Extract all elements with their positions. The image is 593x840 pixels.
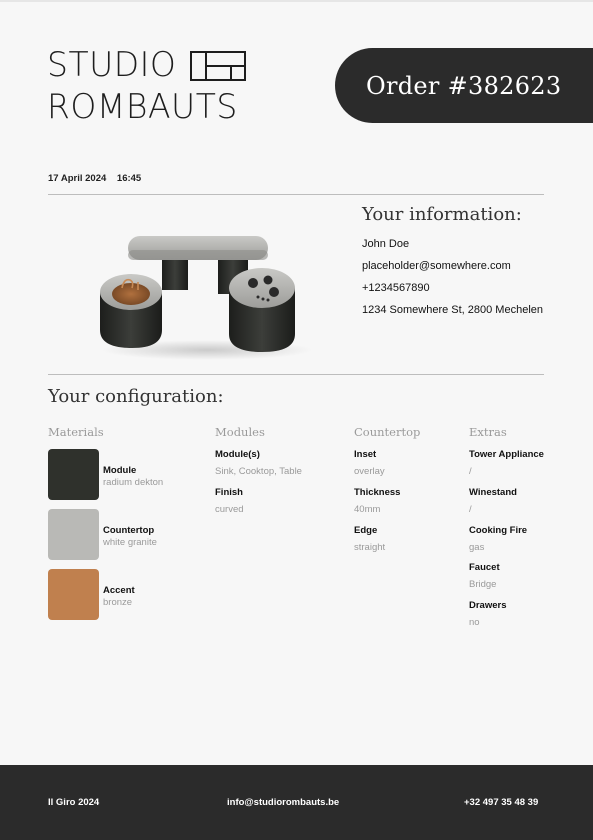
extras-column-header: Extras [469, 425, 507, 439]
order-number-banner: Order #382623 [335, 48, 593, 123]
field-value: straight [354, 542, 386, 553]
customer-info: Your information: John Doe placeholder@s… [362, 204, 543, 321]
section-divider [48, 374, 544, 375]
config-field: Module(s) Sink, Cooktop, Table [215, 449, 302, 478]
config-field: Cooking Fire gas [469, 525, 527, 554]
footer-email-link[interactable]: info@studiorombauts.be [227, 797, 339, 808]
field-label: Cooking Fire [469, 525, 528, 536]
material-label: Module [103, 464, 137, 476]
page-footer: Il Giro 2024 info@studiorombauts.be +32 … [0, 765, 593, 840]
brand-line-2: ROMBAUTS [47, 86, 238, 127]
product-render-image [100, 236, 312, 360]
field-value: curved [215, 504, 244, 515]
field-value: gas [469, 542, 485, 553]
material-value: white granite [103, 536, 157, 548]
field-value: 40mm [354, 504, 381, 515]
field-label: Faucet [469, 562, 500, 573]
brand-line-1: STUDIO [47, 44, 177, 85]
field-label: Finish [215, 487, 243, 498]
field-label: Thickness [354, 487, 401, 498]
config-field: Inset overlay [354, 449, 385, 478]
brand-mark-icon [190, 51, 247, 81]
modules-column-header: Modules [215, 425, 265, 439]
customer-name: John Doe [362, 238, 410, 250]
config-field: Faucet Bridge [469, 562, 500, 591]
top-divider [0, 0, 593, 2]
field-value: / [469, 466, 472, 477]
material-swatch [48, 509, 99, 560]
material-item-accent: Accent bronze [48, 569, 135, 620]
config-field: Edge straight [354, 525, 385, 554]
customer-address: 1234 Somewhere St, 2800 Mechelen [362, 304, 544, 316]
config-field: Tower Appliance / [469, 449, 544, 478]
field-value: / [469, 504, 472, 515]
field-value: overlay [354, 466, 385, 477]
material-label: Countertop [103, 524, 155, 536]
footer-phone-link[interactable]: +32 497 35 48 39 [464, 797, 538, 808]
config-field: Finish curved [215, 487, 244, 516]
config-field: Winestand / [469, 487, 517, 516]
order-datetime: 17 April 2024 16:45 [48, 173, 141, 184]
field-label: Inset [354, 449, 377, 460]
order-time: 16:45 [116, 173, 142, 184]
footer-event: Il Giro 2024 [48, 797, 100, 808]
customer-phone[interactable]: +1234567890 [362, 277, 543, 299]
customer-info-heading: Your information: [362, 204, 522, 225]
field-value: Sink, Cooktop, Table [215, 466, 302, 477]
field-label: Drawers [469, 600, 507, 611]
field-value: no [469, 617, 480, 628]
material-swatch [48, 449, 99, 500]
material-swatch [48, 569, 99, 620]
config-field: Drawers no [469, 600, 507, 629]
config-field: Thickness 40mm [354, 487, 400, 516]
field-value: Bridge [469, 579, 497, 590]
material-value: radium dekton [103, 476, 164, 488]
order-date: 17 April 2024 [48, 173, 107, 184]
countertop-column-header: Countertop [354, 425, 421, 439]
section-divider [48, 194, 544, 195]
material-value: bronze [103, 596, 133, 608]
order-number: Order #382623 [366, 71, 562, 100]
material-item-module: Module radium dekton [48, 449, 163, 500]
field-label: Edge [354, 525, 378, 536]
materials-column-header: Materials [48, 425, 104, 439]
field-label: Winestand [469, 487, 517, 498]
configuration-heading: Your configuration: [48, 386, 224, 407]
field-label: Tower Appliance [469, 449, 544, 460]
material-label: Accent [103, 584, 135, 596]
customer-email[interactable]: placeholder@somewhere.com [362, 255, 543, 277]
field-label: Module(s) [215, 449, 260, 460]
brand-logo: STUDIO ROMBAUTS [47, 44, 247, 128]
material-item-countertop: Countertop white granite [48, 509, 157, 560]
